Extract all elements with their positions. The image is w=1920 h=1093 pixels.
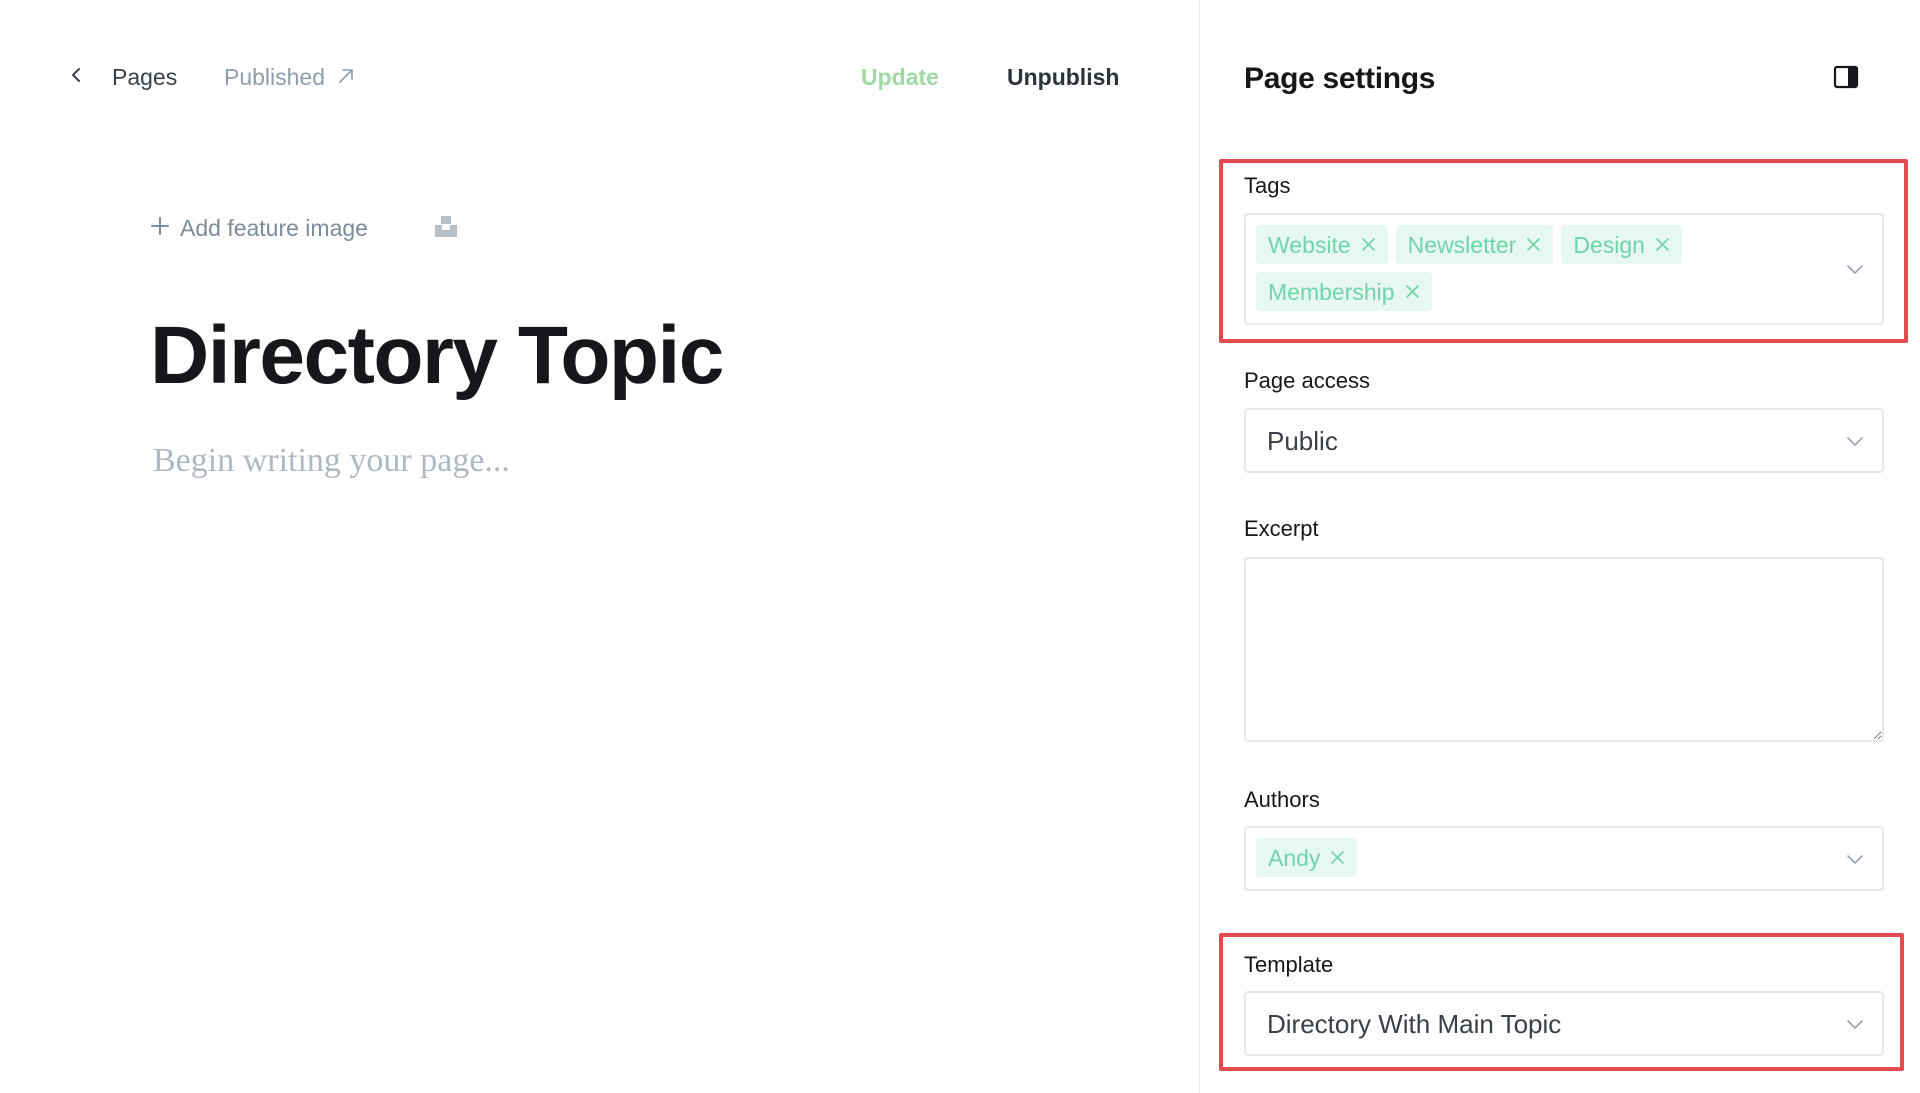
remove-tag-close-icon[interactable] bbox=[1361, 237, 1376, 252]
tag-pill-label: Design bbox=[1573, 231, 1645, 258]
remove-tag-close-icon[interactable] bbox=[1655, 237, 1670, 252]
chevron-down-icon[interactable] bbox=[1846, 853, 1864, 865]
published-status-link[interactable]: Published bbox=[224, 63, 355, 91]
unsplash-button[interactable] bbox=[433, 213, 459, 241]
excerpt-textarea[interactable] bbox=[1244, 557, 1884, 742]
back-button[interactable] bbox=[62, 62, 90, 92]
editor-topbar: Pages Published Update Unpublish bbox=[0, 0, 1199, 154]
add-feature-image-label: Add feature image bbox=[180, 215, 368, 241]
tags-pill-list: Website Newsletter Design Membership bbox=[1256, 225, 1816, 311]
breadcrumb-pages-link[interactable]: Pages bbox=[112, 63, 177, 91]
author-pill[interactable]: Andy bbox=[1256, 838, 1358, 877]
authors-label: Authors bbox=[1244, 787, 1320, 812]
remove-author-close-icon[interactable] bbox=[1330, 850, 1345, 865]
template-select[interactable]: Directory With Main Topic bbox=[1244, 991, 1884, 1056]
tag-pill-label: Website bbox=[1268, 231, 1351, 258]
tags-label: Tags bbox=[1244, 173, 1291, 198]
page-access-value: Public bbox=[1267, 425, 1338, 456]
page-access-select[interactable]: Public bbox=[1244, 408, 1884, 473]
page-body-editor[interactable]: Begin writing your page... bbox=[153, 440, 510, 482]
tag-pill[interactable]: Website bbox=[1256, 225, 1388, 264]
chevron-down-icon[interactable] bbox=[1846, 263, 1864, 275]
remove-tag-close-icon[interactable] bbox=[1526, 237, 1541, 252]
tag-pill[interactable]: Membership bbox=[1256, 272, 1432, 311]
add-feature-image-button[interactable]: Add feature image bbox=[150, 214, 368, 242]
external-link-arrow-icon bbox=[337, 63, 355, 91]
plus-icon bbox=[150, 214, 170, 242]
unsplash-icon bbox=[433, 216, 459, 243]
unpublish-button[interactable]: Unpublish bbox=[1007, 63, 1119, 91]
panel-title: Page settings bbox=[1244, 62, 1436, 95]
tag-pill[interactable]: Newsletter bbox=[1395, 225, 1554, 264]
chevron-down-icon bbox=[1846, 1018, 1864, 1030]
published-status-label: Published bbox=[224, 64, 326, 90]
tag-pill-label: Membership bbox=[1268, 278, 1395, 305]
authors-pill-list: Andy bbox=[1256, 838, 1816, 877]
tag-pill[interactable]: Design bbox=[1561, 225, 1682, 264]
page-settings-panel: Page settings Tags Website Newsletter Desi… bbox=[1199, 0, 1920, 1093]
sidebar-toggle-icon bbox=[1833, 65, 1859, 93]
excerpt-label: Excerpt bbox=[1244, 516, 1319, 541]
chevron-left-icon bbox=[70, 67, 82, 88]
editor-area: Pages Published Update Unpublish Add fea… bbox=[0, 0, 1199, 1093]
page-access-label: Page access bbox=[1244, 368, 1370, 393]
tag-pill-label: Newsletter bbox=[1407, 231, 1517, 258]
remove-tag-close-icon[interactable] bbox=[1405, 284, 1420, 299]
template-value: Directory With Main Topic bbox=[1267, 1008, 1562, 1039]
authors-input[interactable]: Andy bbox=[1244, 826, 1884, 891]
chevron-down-icon bbox=[1846, 435, 1864, 447]
author-pill-label: Andy bbox=[1268, 844, 1321, 871]
page-title[interactable]: Directory Topic bbox=[150, 306, 724, 406]
template-label: Template bbox=[1244, 952, 1334, 977]
update-button[interactable]: Update bbox=[861, 63, 939, 91]
tags-input[interactable]: Website Newsletter Design Membership bbox=[1244, 213, 1884, 325]
toggle-settings-panel-button[interactable] bbox=[1833, 65, 1859, 89]
